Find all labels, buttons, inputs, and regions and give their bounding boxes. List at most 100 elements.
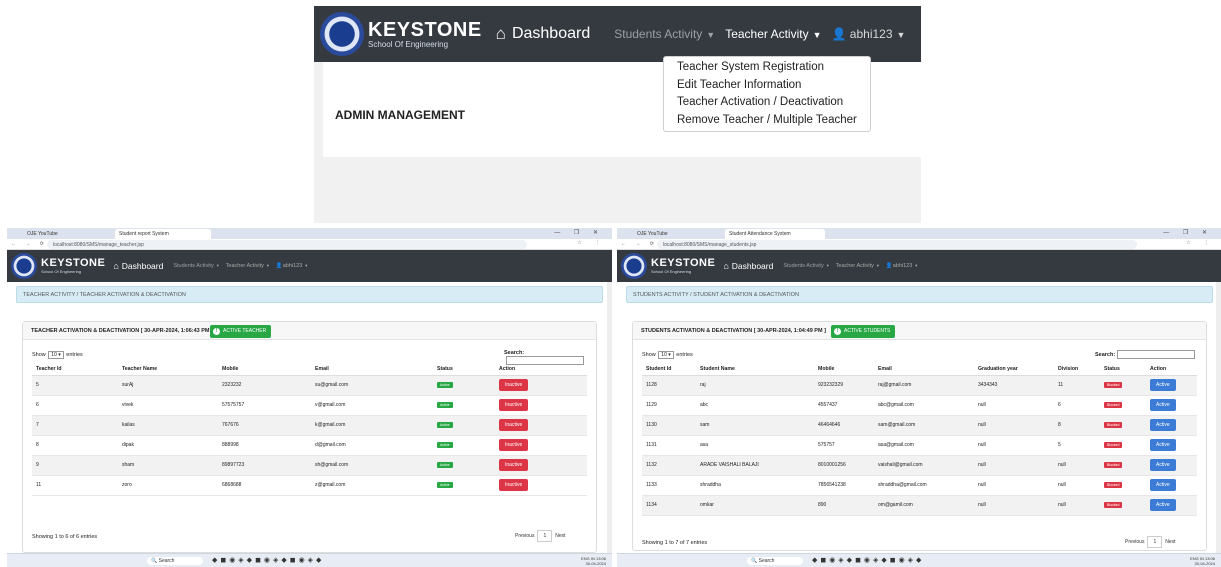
nav-students-activity[interactable]: Students Activity ▼ [614,27,715,41]
cell-email: k@gmail.com [311,415,433,436]
tab-student-report[interactable]: Student report System [115,229,211,239]
inactive-button[interactable]: Inactive [499,479,529,491]
window-controls[interactable]: — ❐ ✕ [554,229,604,236]
taskbar-search[interactable]: 🔍 Search [747,557,803,565]
inactive-button[interactable]: Inactive [499,379,529,391]
dropdown-item-registration[interactable]: Teacher System Registration [664,59,870,77]
col-teacher-name[interactable]: Teacher Name [118,363,218,376]
cell-div: null [1054,495,1100,516]
browser-icons[interactable]: ☆ ⋮ [1186,240,1215,246]
inactive-button[interactable]: Inactive [499,419,529,431]
nav-teacher-activity[interactable]: Teacher Activity ▼ [725,27,821,41]
col-student-id[interactable]: Student Id [642,363,696,376]
show-entries: Show 10 ▾ entries [642,351,693,359]
active-button[interactable]: Active [1150,439,1176,451]
taskbar-clock[interactable]: ENG IN 13:06 30-04-2024 [1190,556,1215,566]
dropdown-item-activation[interactable]: Teacher Activation / Deactivation [664,94,870,112]
pager-next[interactable]: Next [555,533,565,539]
nav-teacher-activity[interactable]: Teacher Activity ▼ [836,263,880,269]
window-controls[interactable]: — ❐ ✕ [1163,229,1213,236]
card-timestamp: [ 30-APR-2024, 1:06:43 PM ] [140,328,213,334]
active-button[interactable]: Active [1150,419,1176,431]
dropdown-item-edit[interactable]: Edit Teacher Information [664,77,870,95]
dashboard-link[interactable]: ⌂ Dashboard [113,261,163,271]
col-teacher-id[interactable]: Teacher Id [32,363,118,376]
dashboard-link[interactable]: ⌂ Dashboard [723,261,773,271]
brand[interactable]: KEYSTONE School Of Engineering [368,20,482,49]
brand[interactable]: KEYSTONE School Of Engineering [41,258,105,274]
url-field[interactable]: localhost:8080/SMS/manage_teacher.jsp [47,240,527,249]
cell-action: Active [1146,495,1197,516]
taskbar-app-icons[interactable]: ◆◼◉◈◆◼◉◈◆◼◉◈◆ [812,556,924,564]
tab-student-attendance[interactable]: Student Attendance System [725,229,825,239]
browser-icons[interactable]: ☆ ⋮ [577,240,606,246]
col-mobile[interactable]: Mobile [814,363,874,376]
pager-page-1[interactable]: 1 [537,530,553,542]
nav-user-menu[interactable]: 👤abhi123 ▼ [276,263,308,269]
cell-action: Inactive [495,395,587,416]
active-button[interactable]: Active [1150,399,1176,411]
search-input[interactable] [1117,350,1196,359]
active-button[interactable]: Active [1150,499,1176,511]
search-area: Search: [1095,350,1196,359]
active-teacher-button[interactable]: ! ACTIVE TEACHER [210,325,272,338]
cell-name: zoro [118,475,218,496]
taskbar-app-icons[interactable]: ◆◼◉◈◆◼◉◈◆◼◉◈◆ [212,556,324,564]
pager-previous[interactable]: Previous [515,533,534,539]
card-title: STUDENTS ACTIVATION & DEACTIVATION [641,328,753,334]
cell-email: vaishali@gmail.com [874,455,974,476]
col-action[interactable]: Action [1146,363,1197,376]
nav-buttons[interactable]: ← → ⟳ [621,241,658,247]
dropdown-item-remove[interactable]: Remove Teacher / Multiple Teacher [664,112,870,130]
pager-previous[interactable]: Previous [1125,539,1144,545]
col-action[interactable]: Action [495,363,587,376]
col-graduation-year[interactable]: Graduation year [974,363,1054,376]
nav-teacher-activity[interactable]: Teacher Activity ▼ [226,263,270,269]
pager-next[interactable]: Next [1165,539,1175,545]
col-status[interactable]: Status [433,363,495,376]
entries-select[interactable]: 10 ▾ [48,351,64,359]
col-email[interactable]: Email [311,363,433,376]
col-status[interactable]: Status [1100,363,1146,376]
nav-user-menu[interactable]: 👤 abhi123 ▼ [832,27,906,41]
scrollbar[interactable] [607,282,612,553]
nav-students-activity-label: Students Activity [614,27,703,41]
taskbar-search[interactable]: 🔍 Search [147,557,203,565]
home-icon: ⌂ [495,24,506,43]
cell-email: sh@gmail.com [311,455,433,476]
inactive-button[interactable]: Inactive [499,439,529,451]
inactive-button[interactable]: Inactive [499,399,529,411]
brand[interactable]: KEYSTONE School Of Engineering [651,258,715,274]
col-mobile[interactable]: Mobile [218,363,311,376]
active-button[interactable]: Active [1150,459,1176,471]
nav-students-activity[interactable]: Students Activity ▼ [173,263,219,269]
taskbar-clock[interactable]: ENG IN 13:06 30-04-2024 [581,556,606,566]
cell-mobile: 4557437 [814,395,874,416]
col-student-name[interactable]: Student Name [696,363,814,376]
nav-buttons[interactable]: ← → ⟳ [11,241,48,247]
active-students-button[interactable]: ! ACTIVE STUDENTS [831,325,896,338]
caret-down-icon: ▼ [812,30,822,40]
active-button[interactable]: Active [1150,379,1176,391]
url-field[interactable]: localhost:8080/SMS/manage_students.jsp [657,240,1137,249]
teacher-window: OJE YouTube Student report System — ❐ ✕ … [7,228,612,567]
tab-youtube[interactable]: OJE YouTube [23,229,62,239]
tab-youtube[interactable]: OJE YouTube [633,229,672,239]
nav-students-activity[interactable]: Students Activity ▼ [783,263,829,269]
col-division[interactable]: Division [1054,363,1100,376]
cell-action: Active [1146,455,1197,476]
taskbar: 🔍 Search ◆◼◉◈◆◼◉◈◆◼◉◈◆ ENG IN 13:06 30-04… [617,553,1221,567]
cell-id: 1132 [642,455,696,476]
col-email[interactable]: Email [874,363,974,376]
cell-status: Active [433,435,495,456]
active-button[interactable]: Active [1150,479,1176,491]
entries-select[interactable]: 10 ▾ [658,351,674,359]
inactive-button[interactable]: Inactive [499,459,529,471]
card-title: TEACHER ACTIVATION & DEACTIVATION [31,328,140,334]
caret-down-icon: ▼ [875,263,880,268]
dashboard-link[interactable]: ⌂ Dashboard [496,24,591,44]
status-badge: Active [437,382,453,388]
nav-user-menu[interactable]: 👤abhi123 ▼ [886,263,918,269]
pager-page-1[interactable]: 1 [1147,536,1163,548]
scrollbar[interactable] [1216,282,1221,553]
